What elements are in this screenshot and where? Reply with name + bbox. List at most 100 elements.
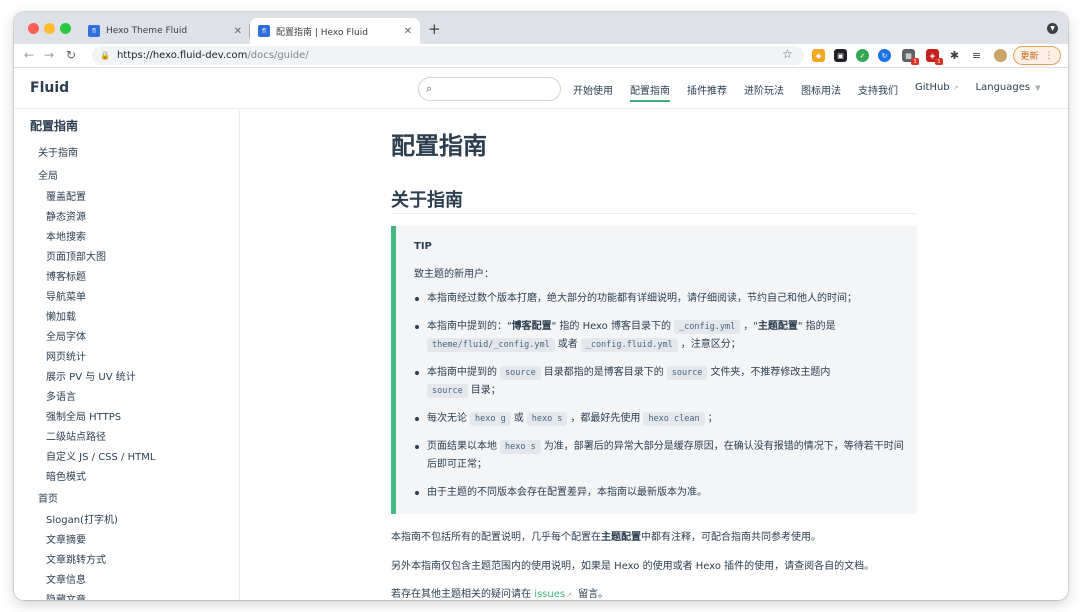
sidebar-title[interactable]: 配置指南 [30,117,78,134]
main-content: 配置指南 关于指南 TIP 致主题的新用户： 本指南经过数个版本打磨，绝大部分的… [241,110,1068,600]
reload-icon[interactable]: ↻ [66,48,76,62]
list-item: 每次无论 hexo g 或 hexo s ，都最好先使用 hexo clean； [414,410,909,428]
extension-icon[interactable]: ◆ [812,49,825,62]
media-control-icon[interactable]: ≡ [970,49,983,62]
tip-text: ，" [743,321,758,332]
forward-arrow-icon[interactable]: → [44,48,54,62]
paragraph-text: 本指南不包括所有的配置说明，几乎每个配置在 [391,532,601,543]
window-maximize-button[interactable] [60,23,71,34]
browser-tab-hexo-theme-fluid[interactable]: fl Hexo Theme Fluid ✕ [80,18,250,44]
tab-search-icon[interactable]: ▼ [1047,23,1058,34]
list-item: 由于主题的不同版本会存在配置差异，本指南以最新版本为准。 [414,484,909,502]
new-tab-plus-icon[interactable]: + [428,20,441,38]
tip-text: 页面结果以本地 [427,441,497,452]
tip-text: 文件夹，不推荐修改主题内 [710,367,831,378]
nav-link-plugins[interactable]: 插件推荐 [687,82,727,102]
window-minimize-button[interactable] [44,23,55,34]
tip-text: 或 [513,413,524,424]
list-item: 本指南中提到的 source 目录都指的是博客目录下的 source 文件夹，不推荐修改… [414,364,909,400]
sidebar-items: 关于指南 全局 覆盖配置 静态资源 本地搜索 页面顶部大图 博客标题 导航菜单 懒加载 全局字体网… [14,142,239,600]
back-arrow-icon[interactable]: ← [24,48,34,62]
sidebar-item[interactable]: 关于指南 [14,142,239,165]
inline-code: _config.yml [673,320,741,334]
tab-title: 配置指南 | Hexo Fluid [276,27,368,38]
sidebar-item[interactable]: 强制全局 HTTPS [14,408,239,428]
paragraph: 本指南不包括所有的配置说明，几乎每个配置在主题配置中都有注释，可配合指南共同参考… [391,528,821,543]
page-title: 配置指南 [391,132,487,160]
sidebar-item[interactable]: 首页 [14,488,239,511]
sidebar-item[interactable]: 懒加载 [14,308,239,328]
window-close-button[interactable] [28,23,39,34]
site-brand[interactable]: Fluid [30,80,69,96]
sidebar-item[interactable]: 文章跳转方式 [14,551,239,571]
sidebar-item[interactable]: 页面顶部大图 [14,248,239,268]
extension-icon[interactable]: ▦ 3 [902,49,919,65]
update-button[interactable]: 更新 ⋮ [1013,46,1061,65]
close-icon[interactable]: ✕ [234,26,242,37]
sidebar-item[interactable]: 多语言 [14,388,239,408]
issues-link[interactable]: issues [534,589,565,600]
nav-link-guide[interactable]: 配置指南 [630,82,670,102]
sidebar-item[interactable]: Slogan(打字机) [14,511,239,531]
tab-strip: fl Hexo Theme Fluid ✕ fl 配置指南 | Hexo Flu… [14,12,1068,44]
sidebar-item[interactable]: 展示 PV 与 UV 统计 [14,368,239,388]
avatar[interactable] [994,49,1007,62]
extension-icon[interactable]: ✓ [856,49,869,62]
sidebar-item[interactable]: 文章信息 [14,571,239,591]
address-bar[interactable]: 🔒 https://hexo.fluid-dev.com/docs/guide/ [92,46,804,65]
nav-link-advanced[interactable]: 进阶玩法 [744,82,784,102]
lock-icon: 🔒 [100,51,110,60]
nav-link-github-label: GitHub [915,82,950,93]
sidebar-item[interactable]: 博客标题 [14,268,239,288]
extension-icon[interactable]: ↻ [878,49,891,62]
sidebar-item[interactable]: 隐藏文章 [14,591,239,600]
nav-link-github[interactable]: GitHub ↗ [915,82,959,102]
puzzle-icon[interactable]: ✱ [948,49,961,62]
extension-icon[interactable]: ▣ [834,49,847,62]
inline-code: hexo g [470,412,511,426]
chevron-down-icon: ▼ [1035,84,1041,92]
update-button-label: 更新 [1020,52,1039,62]
close-icon[interactable]: ✕ [404,26,412,37]
sidebar-item[interactable]: 文章摘要 [14,531,239,551]
sidebar-item[interactable]: 本地搜索 [14,228,239,248]
tip-text: 为准，部署后的异常大部分是缓存原因，在确认没有报错的情况下，等待若干时间后即可正… [427,441,904,470]
sidebar-item[interactable]: 静态资源 [14,208,239,228]
inline-code: _config.fluid.yml [580,338,678,352]
tip-text: 或者 [557,339,578,350]
tip-text: " 指的 Hexo 博客目录下的 [551,321,671,332]
sidebar-item[interactable]: 二级站点路径 [14,428,239,448]
tip-text: 目录都指的是博客目录下的 [543,367,664,378]
nav-link-icons[interactable]: 图标用法 [801,82,841,102]
nav-link-support[interactable]: 支持我们 [858,82,898,102]
tip-text: 目录； [470,385,501,396]
extension-icon[interactable]: ◈ 1 [926,49,943,65]
paragraph: 若存在其他主题相关的疑问请在 issues↗ 留言。 [391,585,608,600]
list-item: 本指南中提到的："博客配置" 指的 Hexo 博客目录下的 _config.yml… [414,318,909,354]
sidebar-item[interactable]: 导航菜单 [14,288,239,308]
tip-text: ，注意区分； [680,339,741,350]
sidebar-item[interactable]: 全局字体 [14,328,239,348]
inline-code: hexo s [526,412,568,426]
site-nav-links: 开始使用 配置指南 插件推荐 进阶玩法 图标用法 支持我们 GitHub ↗ La… [573,82,1057,102]
paragraph-text: 留言。 [578,589,609,600]
tip-text: " 指的是 [797,321,836,332]
sidebar-item[interactable]: 覆盖配置 [14,188,239,208]
extension-badge: 3 [911,58,919,65]
browser-toolbar: ← → ↻ 🔒 https://hexo.fluid-dev.com/docs/… [14,44,1068,68]
search-input[interactable]: ⌕ [418,77,561,101]
sidebar-item[interactable]: 全局 [14,165,239,188]
tip-text: ； [707,413,718,424]
sidebar-item[interactable]: 自定义 JS / CSS / HTML [14,448,239,468]
paragraph-text: 若存在其他主题相关的疑问请在 [391,589,531,600]
nav-link-getting-started[interactable]: 开始使用 [573,82,613,102]
tip-title: TIP [414,241,432,252]
bookmark-star-icon[interactable]: ☆ [782,47,793,61]
tip-list: 本指南经过数个版本打磨，绝大部分的功能都有详细说明，请仔细阅读，节约自己和他人的… [414,290,909,512]
nav-languages-dropdown[interactable]: Languages ▼ [976,82,1041,102]
browser-window: fl Hexo Theme Fluid ✕ fl 配置指南 | Hexo Flu… [14,12,1068,600]
inline-code: source [500,366,541,380]
sidebar-item[interactable]: 网页统计 [14,348,239,368]
browser-tab-guide[interactable]: fl 配置指南 | Hexo Fluid ✕ [250,18,420,44]
sidebar-item[interactable]: 暗色模式 [14,468,239,488]
